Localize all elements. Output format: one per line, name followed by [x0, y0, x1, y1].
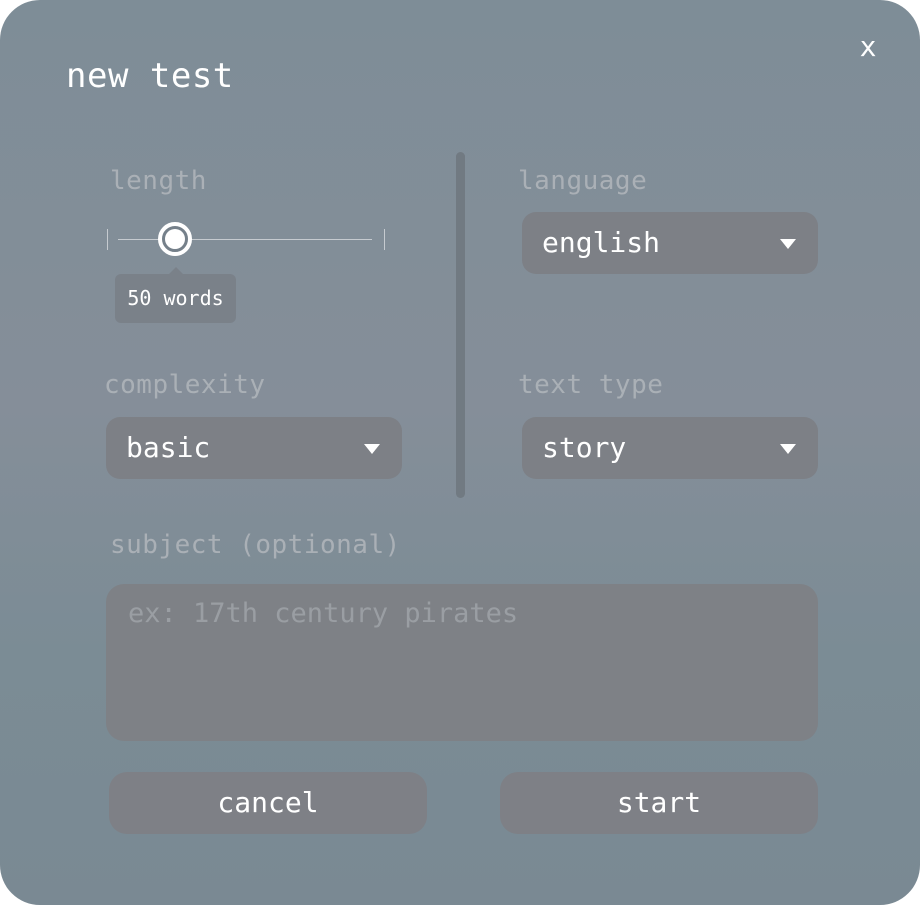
- slider-max-tick: [384, 229, 385, 250]
- text-type-selected-value: story: [542, 431, 627, 464]
- language-label: language: [518, 166, 648, 196]
- start-button[interactable]: start: [500, 772, 818, 834]
- language-selected-value: english: [542, 226, 661, 259]
- subject-label: subject (optional): [110, 530, 401, 560]
- text-type-label: text type: [518, 370, 664, 400]
- cancel-button[interactable]: cancel: [109, 772, 427, 834]
- new-test-dialog: new test x length 50 words language engl…: [0, 0, 920, 905]
- chevron-down-icon: [364, 444, 380, 454]
- text-type-select[interactable]: story: [522, 417, 818, 479]
- subject-input[interactable]: [106, 584, 818, 741]
- column-divider: [456, 152, 465, 498]
- complexity-select[interactable]: basic: [106, 417, 402, 479]
- chevron-down-icon: [780, 239, 796, 249]
- length-slider-thumb[interactable]: [158, 222, 192, 256]
- language-select[interactable]: english: [522, 212, 818, 274]
- complexity-selected-value: basic: [126, 431, 211, 464]
- length-value-tooltip: 50 words: [115, 267, 236, 323]
- slider-min-tick: [107, 229, 108, 250]
- close-button[interactable]: x: [853, 30, 883, 64]
- length-slider-track[interactable]: [118, 239, 372, 240]
- length-label: length: [110, 166, 207, 196]
- dialog-title: new test: [66, 56, 234, 96]
- chevron-down-icon: [780, 444, 796, 454]
- complexity-label: complexity: [104, 370, 266, 400]
